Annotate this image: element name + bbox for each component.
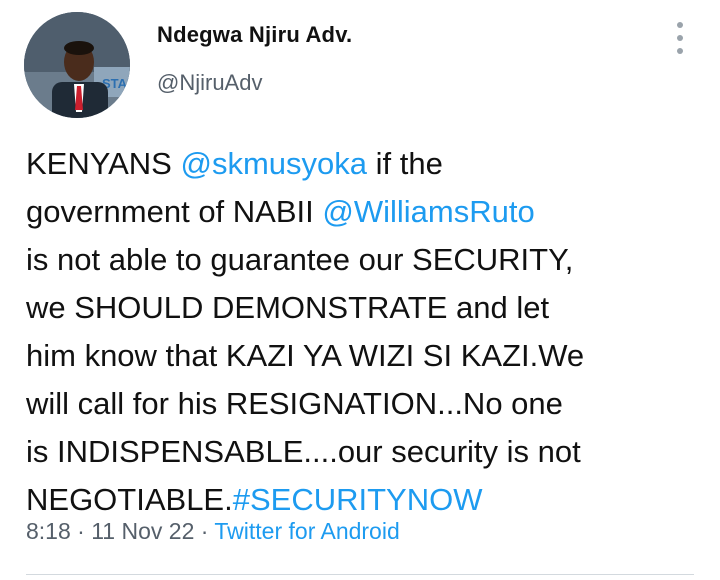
tweet-text-line: we SHOULD DEMONSTRATE and let	[26, 284, 696, 332]
mention-link[interactable]: @skmusyoka	[180, 146, 367, 181]
tweet-text-line: is INDISPENSABLE....our security is not	[26, 428, 696, 476]
more-options-button[interactable]	[668, 18, 692, 58]
tweet-text-segment: KENYANS	[26, 146, 181, 181]
tweet-text-segment: NEGOTIABLE.	[26, 482, 233, 517]
meta-separator: ·	[194, 518, 215, 544]
tweet-source-link[interactable]: Twitter for Android	[214, 518, 399, 544]
author-handle[interactable]: @NjiruAdv	[157, 70, 262, 96]
tweet-text-line: NEGOTIABLE.#SECURITYNOW	[26, 476, 696, 524]
hashtag-link[interactable]: #SECURITYNOW	[233, 482, 483, 517]
tweet-text-segment: we SHOULD DEMONSTRATE and let	[26, 290, 550, 325]
tweet-text-segment: will call for his RESIGNATION...No one	[26, 386, 563, 421]
tweet-text-line: government of NABII @WilliamsRuto	[26, 188, 696, 236]
tweet-meta: 8:18 · 11 Nov 22 · Twitter for Android	[26, 518, 400, 545]
tweet-date: 11 Nov 22	[91, 518, 195, 544]
tweet-text-segment: is INDISPENSABLE....our security is not	[26, 434, 581, 469]
tweet-text-line: KENYANS @skmusyoka if the	[26, 140, 696, 188]
tweet-time: 8:18	[26, 518, 71, 544]
tweet-text-line: him know that KAZI YA WIZI SI KAZI.We	[26, 332, 696, 380]
avatar[interactable]: STAR	[24, 12, 130, 118]
mention-link[interactable]: @WilliamsRuto	[322, 194, 534, 229]
tweet-text-segment: government of NABII	[26, 194, 323, 229]
tweet: STAR Ndegwa Njiru Adv. @NjiruAdv KENYANS…	[0, 0, 720, 580]
tweet-text-line: is not able to guarantee our SECURITY,	[26, 236, 696, 284]
tweet-text-segment: if the	[367, 146, 443, 181]
tweet-text-segment: him know that KAZI YA WIZI SI KAZI.We	[26, 338, 585, 373]
tweet-text-segment: is not able to guarantee our SECURITY,	[26, 242, 574, 277]
author-display-name[interactable]: Ndegwa Njiru Adv.	[157, 22, 352, 48]
divider	[26, 574, 694, 575]
meta-separator: ·	[70, 518, 92, 544]
tweet-text: KENYANS @skmusyoka if the government of N…	[26, 140, 696, 524]
avatar-image: STAR	[24, 12, 130, 118]
tweet-text-line: will call for his RESIGNATION...No one	[26, 380, 696, 428]
